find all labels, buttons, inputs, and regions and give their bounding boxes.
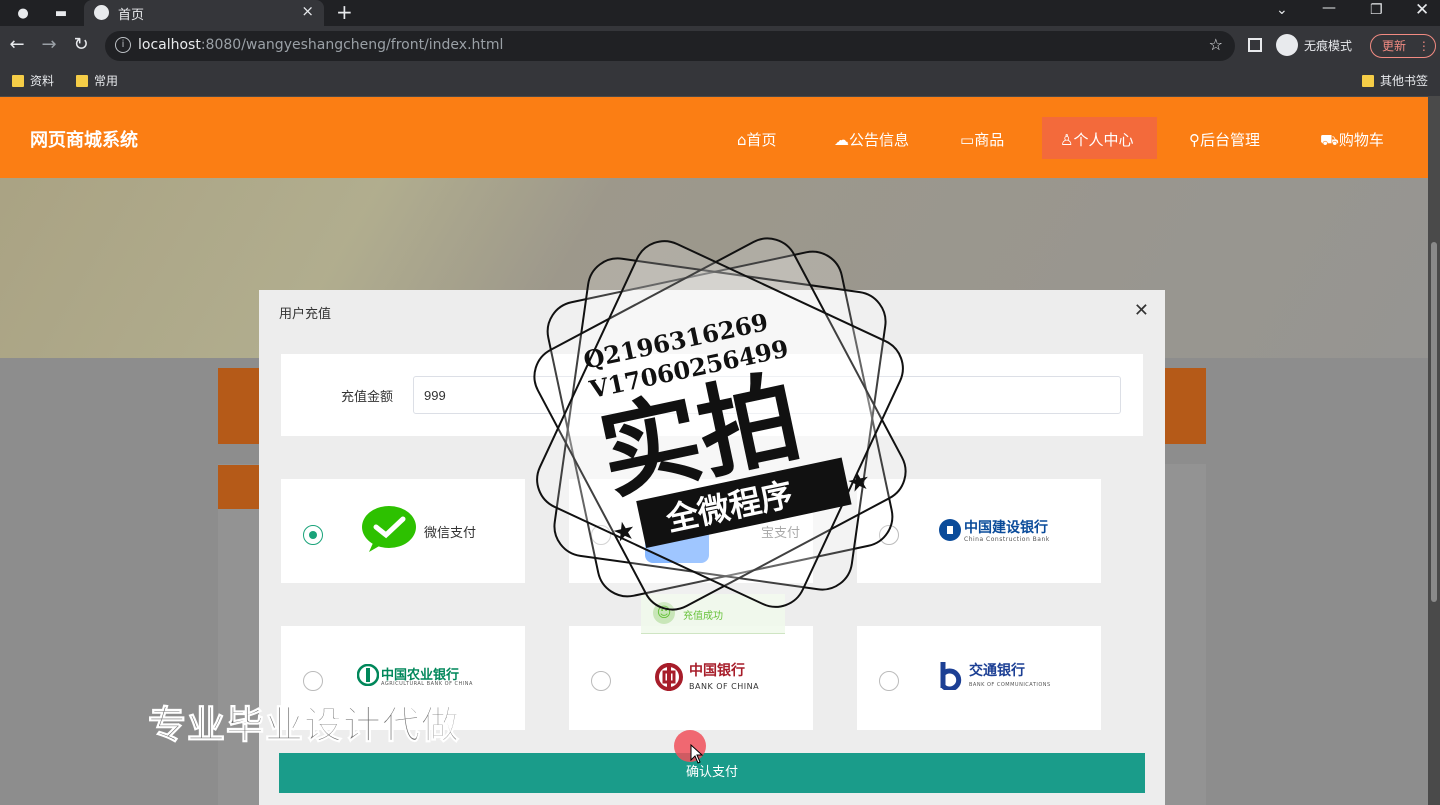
incognito-icon xyxy=(1276,34,1298,56)
bank-name-bocom: 交通银行 xyxy=(969,663,1025,679)
browser-profile-icon[interactable]: ● xyxy=(14,4,32,22)
nav-notices[interactable]: ☁公告信息 xyxy=(834,129,909,150)
update-button[interactable]: 更新 ⋮ xyxy=(1370,34,1436,58)
wechat-logo-icon xyxy=(362,506,416,552)
folder-icon xyxy=(12,74,24,87)
bank-sub-bocom: BANK OF COMMUNICATIONS xyxy=(969,682,1051,688)
watermark-stamp: Q2196316269 V17060256499 实拍 全微程序 ★ ★ xyxy=(533,237,907,611)
amount-label: 充值金额 xyxy=(341,390,394,405)
mouse-cursor-icon xyxy=(690,744,704,764)
browser-tab[interactable]: 首页 × xyxy=(84,0,324,26)
tab-search-icon[interactable]: ⌄ xyxy=(1276,2,1288,18)
radio-abc[interactable] xyxy=(303,671,323,691)
nav-profile[interactable]: ♙个人中心 xyxy=(1060,129,1133,150)
bookmark-folder-ziliao[interactable]: 资料 xyxy=(12,72,54,89)
pay-option-bocom[interactable]: 交通银行 BANK OF COMMUNICATIONS xyxy=(857,626,1101,730)
side-panel-icon[interactable] xyxy=(1248,38,1262,52)
tab-title: 首页 xyxy=(118,8,145,23)
confirm-pay-button[interactable]: 确认支付 xyxy=(279,753,1145,793)
nav-cart[interactable]: ⛟购物车 xyxy=(1320,129,1384,151)
pay-label-wechat: 微信支付 xyxy=(424,526,477,541)
bookmark-label: 资料 xyxy=(30,74,55,88)
minimize-icon[interactable]: — xyxy=(1322,0,1336,16)
bookmark-label: 常用 xyxy=(94,74,119,88)
new-tab-icon[interactable]: + xyxy=(336,0,353,24)
pay-option-wechat[interactable]: 微信支付 xyxy=(281,479,525,583)
abc-logo-icon xyxy=(357,664,379,686)
nav-label: 个人中心 xyxy=(1073,131,1134,149)
nav-products[interactable]: ▭商品 xyxy=(960,129,1004,150)
user-icon: ♙ xyxy=(1060,131,1074,149)
browser-tabstrip: ● ▬ 首页 × + ⌄ — ❐ ✕ xyxy=(0,0,1440,26)
cart-icon: ⛟ xyxy=(1320,131,1339,149)
other-bookmarks[interactable]: 其他书签 xyxy=(1362,72,1428,89)
site-header: 网页商城系统 ⌂首页 ☁公告信息 ▭商品 ♙个人中心 ⚲后台管理 ⛟购物车 xyxy=(0,97,1428,178)
back-icon[interactable]: ← xyxy=(6,34,28,55)
update-label: 更新 xyxy=(1382,39,1407,53)
browser-toolbar: ← → ↻ i localhost:8080/wangyeshangcheng/… xyxy=(0,26,1440,66)
globe-icon xyxy=(94,5,109,20)
nav-label: 后台管理 xyxy=(1200,131,1261,149)
bocom-logo-icon xyxy=(940,662,962,690)
incognito-indicator[interactable]: 无痕模式 xyxy=(1276,34,1352,56)
site-title: 网页商城系统 xyxy=(30,130,138,151)
menu-dots-icon[interactable]: ⋮ xyxy=(1418,39,1430,53)
link-icon: ⚲ xyxy=(1189,131,1200,149)
bookmark-label: 其他书签 xyxy=(1380,74,1429,88)
window-close-icon[interactable]: ✕ xyxy=(1415,0,1429,20)
restore-icon[interactable]: ❐ xyxy=(1370,2,1383,18)
site-info-icon[interactable]: i xyxy=(115,37,131,53)
home-icon: ⌂ xyxy=(737,131,747,149)
bookmarks-bar: 资料 常用 其他书签 xyxy=(0,66,1440,97)
nav-label: 公告信息 xyxy=(849,131,910,149)
nav-label: 首页 xyxy=(746,131,777,149)
dialog-title: 用户充值 xyxy=(279,307,332,322)
bank-sub-ccb: China Construction Bank xyxy=(964,536,1050,543)
bookmark-folder-changyong[interactable]: 常用 xyxy=(76,72,118,89)
dialog-close-icon[interactable]: ✕ xyxy=(1134,300,1149,321)
bookmark-star-icon[interactable]: ☆ xyxy=(1209,35,1223,54)
bank-name-ccb: 中国建设银行 xyxy=(964,520,1048,536)
nav-label: 商品 xyxy=(974,131,1005,149)
address-bar[interactable]: i localhost:8080/wangyeshangcheng/front/… xyxy=(105,31,1235,61)
radio-bocom[interactable] xyxy=(879,671,899,691)
bank-name-boc: 中国银行 xyxy=(689,663,745,679)
page-scrollbar[interactable] xyxy=(1428,97,1440,805)
tab-group-icon[interactable]: ▬ xyxy=(52,4,70,22)
forward-icon[interactable]: → xyxy=(38,34,60,55)
url-path: :8080/wangyeshangcheng/front/index.html xyxy=(200,37,504,53)
nav-label: 购物车 xyxy=(1338,131,1384,149)
folder-icon xyxy=(1362,74,1374,87)
bank-sub-boc: BANK OF CHINA xyxy=(689,682,760,691)
radio-boc[interactable] xyxy=(591,671,611,691)
url-host: localhost xyxy=(138,37,201,53)
tab-close-icon[interactable]: × xyxy=(301,2,314,20)
bottom-watermark-text: 专业毕业设计代做 xyxy=(147,703,461,748)
pay-option-boc[interactable]: 中国银行 BANK OF CHINA xyxy=(569,626,813,730)
folder-icon xyxy=(76,74,88,87)
incognito-label: 无痕模式 xyxy=(1304,38,1353,53)
book-icon: ▭ xyxy=(960,131,975,149)
reload-icon[interactable]: ↻ xyxy=(70,34,92,55)
ccb-logo-icon xyxy=(939,519,961,541)
cloud-icon: ☁ xyxy=(834,131,849,149)
radio-wechat[interactable] xyxy=(303,525,323,545)
bank-sub-abc: AGRICULTURAL BANK OF CHINA xyxy=(381,681,473,687)
nav-home[interactable]: ⌂首页 xyxy=(737,129,777,150)
scrollbar-thumb[interactable] xyxy=(1431,242,1437,602)
boc-logo-icon xyxy=(655,663,683,691)
nav-admin[interactable]: ⚲后台管理 xyxy=(1189,129,1260,150)
